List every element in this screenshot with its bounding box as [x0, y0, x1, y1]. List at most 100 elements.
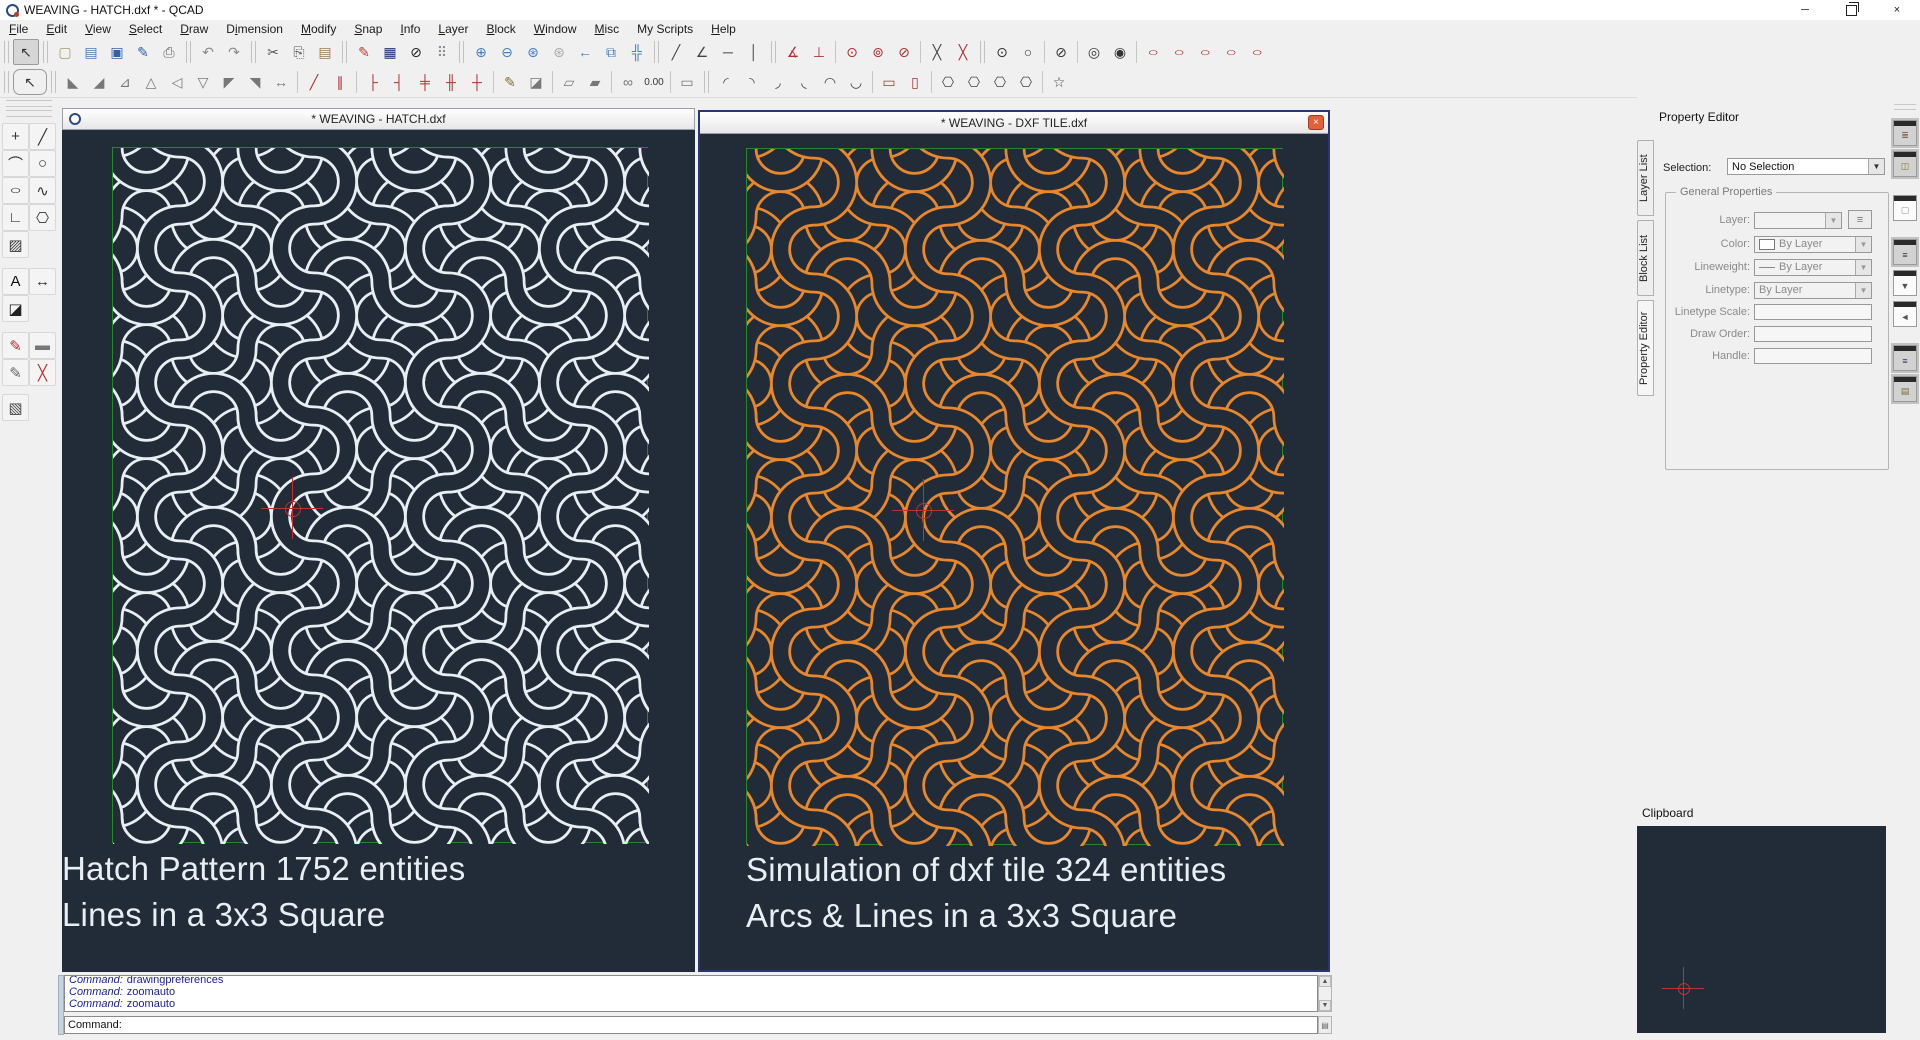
- strip-grip[interactable]: [1894, 104, 1916, 110]
- panel-grip[interactable]: [6, 100, 52, 107]
- auto-zoom-button[interactable]: ⊛: [520, 39, 546, 65]
- break-out-button[interactable]: ╫: [438, 69, 464, 95]
- scroll-down-icon[interactable]: ▼: [1319, 1000, 1331, 1011]
- menu-help[interactable]: Help: [702, 21, 745, 37]
- polygon-center-corner-button[interactable]: ⎔: [935, 69, 961, 95]
- toolbar-handle[interactable]: [459, 41, 464, 63]
- polygon-irregular-button[interactable]: ⎔: [1013, 69, 1039, 95]
- toolbar-handle[interactable]: [43, 41, 48, 63]
- order-to-front-button[interactable]: ▱: [556, 69, 582, 95]
- arc-concentric-button[interactable]: ◡: [843, 69, 869, 95]
- line-2-points-button[interactable]: ╱: [663, 39, 689, 65]
- flip-vertical-button[interactable]: ▽: [190, 69, 216, 95]
- rotate-button[interactable]: △: [138, 69, 164, 95]
- pe-combo-lineweight[interactable]: By Layer▼: [1754, 259, 1872, 276]
- modify-tools-button[interactable]: ✎: [2, 359, 29, 386]
- drawing-canvas-dxf-tile[interactable]: Simulation of dxf tile 324 entities Arcs…: [700, 134, 1328, 970]
- arc-center-point-button[interactable]: ◜: [713, 69, 739, 95]
- shear-button[interactable]: ◤: [216, 69, 242, 95]
- drawing-preferences-button[interactable]: ▦: [377, 39, 403, 65]
- pe-input-handle[interactable]: [1754, 348, 1872, 364]
- toolbar-handle[interactable]: [51, 71, 56, 93]
- point-tools-button[interactable]: +: [2, 123, 29, 150]
- block-list-panel-button[interactable]: ◫: [1893, 151, 1917, 177]
- pan-button[interactable]: ╬: [624, 39, 650, 65]
- menu-snap[interactable]: Snap: [345, 21, 391, 37]
- tab-property-editor[interactable]: Property Editor: [1637, 300, 1654, 396]
- toolbar-handle[interactable]: [654, 41, 659, 63]
- open-file-button[interactable]: ▤: [78, 39, 104, 65]
- move-button[interactable]: ◢: [86, 69, 112, 95]
- menu-select[interactable]: Select: [120, 21, 171, 37]
- circle-center-point-button[interactable]: ⊙: [989, 39, 1015, 65]
- mdi-window-hatch-titlebar[interactable]: * WEAVING - HATCH.dxf: [62, 108, 695, 130]
- parallel-button[interactable]: ∥: [327, 69, 353, 95]
- lengthen-button[interactable]: ╪: [412, 69, 438, 95]
- copy-button[interactable]: ⎘: [286, 39, 312, 65]
- command-history-scrollbar[interactable]: ▲ ▼: [1318, 975, 1332, 1012]
- toolbar-handle[interactable]: [4, 41, 9, 63]
- trim-button[interactable]: ├: [360, 69, 386, 95]
- minimize-button[interactable]: ─: [1782, 0, 1828, 20]
- print-preview-button[interactable]: ⎙: [156, 39, 182, 65]
- polygon-center-side-button[interactable]: ⎔: [961, 69, 987, 95]
- measure-points-button[interactable]: ∞: [615, 69, 641, 95]
- menu-info[interactable]: Info: [391, 21, 429, 37]
- line-tools-button[interactable]: ╱: [29, 123, 56, 150]
- paste-button[interactable]: ▤: [312, 39, 338, 65]
- arc-2-point-radius-button[interactable]: ◝: [739, 69, 765, 95]
- selection-filter-panel-button[interactable]: ▼: [1893, 270, 1917, 296]
- modify-entity-button[interactable]: ✎: [497, 69, 523, 95]
- menu-view[interactable]: View: [76, 21, 120, 37]
- panel-grip[interactable]: [6, 110, 52, 117]
- ellipse-quadrant-button[interactable]: ○: [1218, 39, 1244, 65]
- node-tools-button[interactable]: ╳: [29, 359, 56, 386]
- toolbar-handle[interactable]: [4, 71, 9, 93]
- create-block-button[interactable]: ▭: [674, 69, 700, 95]
- scroll-up-icon[interactable]: ▲: [1319, 976, 1331, 987]
- offset-button[interactable]: ╱: [301, 69, 327, 95]
- ellipse-inscribed-button[interactable]: ○: [1244, 39, 1270, 65]
- measure-tools-button[interactable]: ▬: [29, 332, 56, 359]
- command-input[interactable]: Command:: [64, 1016, 1318, 1034]
- spline-tools-button[interactable]: ∿: [29, 177, 56, 204]
- menu-my-scripts[interactable]: My Scripts: [628, 21, 702, 37]
- mirror-button[interactable]: ◣: [60, 69, 86, 95]
- arc-3-points-button[interactable]: ◟: [791, 69, 817, 95]
- arc-2-point-angle-button[interactable]: ◞: [765, 69, 791, 95]
- arc-tangent-button[interactable]: ◠: [817, 69, 843, 95]
- line-tangent-point-circle-button[interactable]: ⊙: [839, 39, 865, 65]
- mdi-window-dxf-titlebar[interactable]: * WEAVING - DXF TILE.dxf ×: [700, 112, 1328, 134]
- flip-horizontal-button[interactable]: ◁: [164, 69, 190, 95]
- selection-pointer-button[interactable]: ↖: [13, 39, 39, 65]
- star-button[interactable]: ☆: [1046, 69, 1072, 95]
- menu-file[interactable]: File: [0, 21, 37, 37]
- stretch-button[interactable]: ↔: [268, 69, 294, 95]
- shape-tools-button[interactable]: ⎔: [29, 204, 56, 231]
- save-as-button[interactable]: ✎: [130, 39, 156, 65]
- cut-button[interactable]: ✂: [260, 39, 286, 65]
- toolbar-handle[interactable]: [771, 41, 776, 63]
- command-line-panel-button[interactable]: ≡: [1893, 345, 1917, 371]
- grid-toggle-button[interactable]: ⠿: [429, 39, 455, 65]
- library-browser-panel-button[interactable]: ▢: [1893, 195, 1917, 221]
- dimension-tools-button[interactable]: ↔: [29, 268, 56, 295]
- toolbar-handle[interactable]: [980, 41, 985, 63]
- ellipse-axes-button[interactable]: ○: [1166, 39, 1192, 65]
- rectangle-2-points-button[interactable]: ▭: [876, 69, 902, 95]
- image-tool-button[interactable]: ◪: [2, 295, 29, 322]
- command-history[interactable]: Command:drawingpreferencesCommand:zoomau…: [64, 975, 1318, 1012]
- circle-2-points-button[interactable]: ○: [1015, 39, 1041, 65]
- trim-both-button[interactable]: ┤: [386, 69, 412, 95]
- clipboard-titlebar[interactable]: Clipboard ⧉ ×: [1642, 806, 1914, 820]
- text-tool-button[interactable]: A: [2, 268, 29, 295]
- line-angle-button[interactable]: ∠: [689, 39, 715, 65]
- previous-view-button[interactable]: ←: [572, 39, 598, 65]
- edit-hatch-button[interactable]: ◪: [523, 69, 549, 95]
- property-editor-panel-button[interactable]: ≡: [1893, 239, 1917, 265]
- close-button[interactable]: ×: [1874, 0, 1920, 20]
- zoom-to-selection-button[interactable]: ⊛: [546, 39, 572, 65]
- menu-modify[interactable]: Modify: [292, 21, 345, 37]
- command-options-button[interactable]: ▤: [1318, 1016, 1332, 1034]
- property-editor-titlebar[interactable]: Property Editor ⧉ ×: [1659, 110, 1914, 124]
